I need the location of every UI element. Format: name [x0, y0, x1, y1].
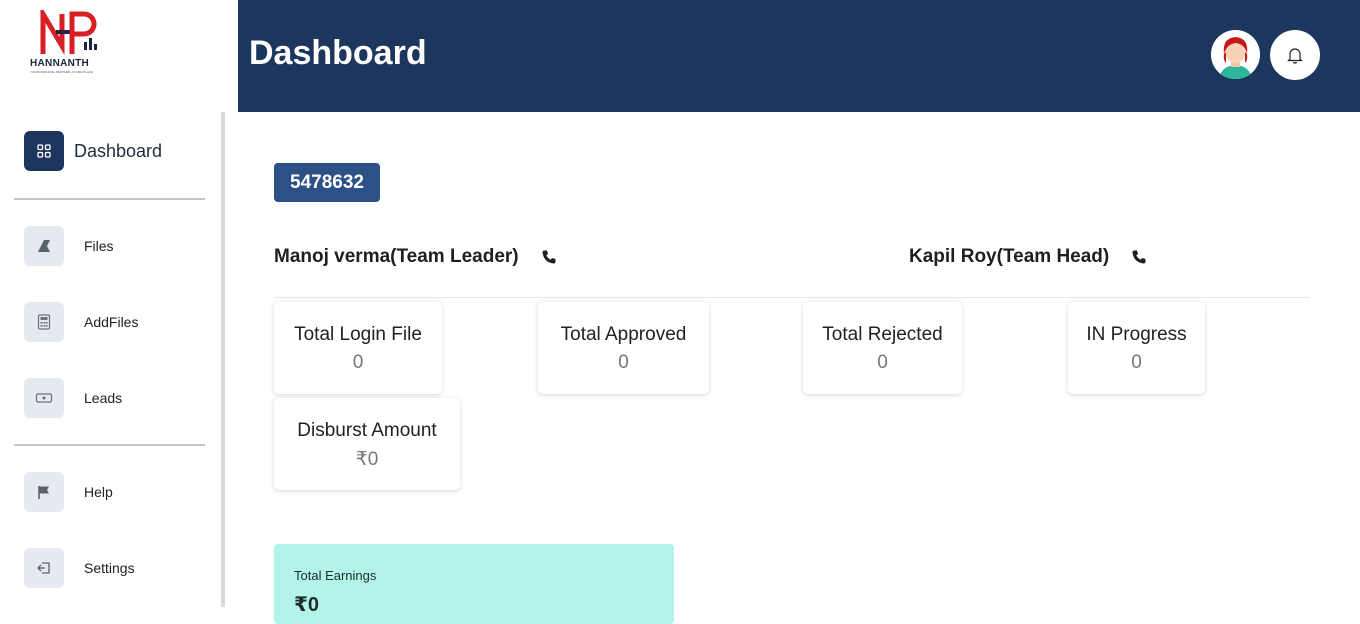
sidebar-divider	[14, 444, 205, 446]
calculator-icon	[24, 302, 64, 342]
contact-team-leader: Manoj verma(Team Leader)	[274, 246, 557, 268]
stat-value: 0	[618, 352, 629, 373]
brand-tagline: YOUR FINANCIAL PARTNER, AT ONE PLACE	[30, 70, 94, 74]
brand-name: HANNANTH	[30, 58, 90, 69]
notifications-button[interactable]	[1270, 30, 1320, 80]
stat-label: IN Progress	[1086, 324, 1187, 345]
contact-team-head: Kapil Roy(Team Head)	[909, 246, 1147, 268]
stat-card-disburst-amount[interactable]: Disburst Amount ₹0	[274, 398, 460, 490]
phone-icon[interactable]	[541, 249, 557, 265]
ticket-icon	[24, 378, 64, 418]
sidebar-divider	[14, 198, 205, 200]
stat-label: Total Login File	[294, 324, 422, 345]
stat-label: Disburst Amount	[297, 420, 437, 441]
sidebar-item-leads[interactable]: Leads	[24, 378, 122, 418]
sidebar-item-label: Files	[84, 238, 114, 254]
avatar[interactable]	[1211, 30, 1260, 79]
sidebar-item-dashboard[interactable]: Dashboard	[24, 131, 162, 171]
section-divider	[274, 297, 1310, 298]
page-title: Dashboard	[249, 34, 427, 72]
sidebar-item-settings[interactable]: Settings	[24, 548, 135, 588]
flag-icon	[24, 472, 64, 512]
sidebar-item-label: Dashboard	[74, 140, 163, 161]
earnings-label: Total Earnings	[294, 568, 377, 583]
stat-card-total-approved[interactable]: Total Approved 0	[538, 302, 709, 394]
stat-label: Total Rejected	[822, 324, 943, 345]
sidebar: HANNANTH YOUR FINANCIAL PARTNER, AT ONE …	[0, 0, 238, 607]
total-earnings-card[interactable]: Total Earnings ₹0	[274, 544, 674, 624]
sidebar-scrollbar[interactable]	[221, 112, 225, 607]
sidebar-item-help[interactable]: Help	[24, 472, 113, 512]
phone-icon[interactable]	[1131, 249, 1147, 265]
sidebar-item-addfiles[interactable]: AddFiles	[24, 302, 138, 342]
stat-card-in-progress[interactable]: IN Progress 0	[1068, 302, 1205, 394]
files-icon	[24, 226, 64, 266]
grid-icon	[24, 131, 64, 171]
sidebar-item-label: Settings	[84, 560, 135, 576]
top-header: Dashboard	[238, 0, 1360, 112]
logout-icon	[24, 548, 64, 588]
stat-card-total-rejected[interactable]: Total Rejected 0	[803, 302, 962, 394]
contact-label: Manoj verma(Team Leader)	[274, 246, 519, 267]
stat-card-total-login-file[interactable]: Total Login File 0	[274, 302, 442, 394]
stat-value: ₹0	[355, 449, 379, 470]
stat-value: 0	[877, 352, 888, 373]
stat-value: 0	[1131, 352, 1142, 373]
user-avatar-icon	[1211, 30, 1260, 79]
sidebar-item-label: AddFiles	[84, 314, 139, 330]
user-code-badge: 5478632	[274, 163, 380, 202]
earnings-value: ₹0	[294, 594, 320, 616]
sidebar-item-label: Leads	[84, 390, 123, 406]
sidebar-item-files[interactable]: Files	[24, 226, 114, 266]
sidebar-item-label: Help	[84, 484, 113, 500]
stat-value: 0	[352, 352, 364, 373]
contact-label: Kapil Roy(Team Head)	[909, 246, 1110, 267]
bell-icon	[1287, 48, 1303, 64]
stat-label: Total Approved	[560, 324, 687, 345]
logo-mark-icon	[40, 4, 97, 56]
brand-logo[interactable]: HANNANTH YOUR FINANCIAL PARTNER, AT ONE …	[26, 4, 112, 76]
